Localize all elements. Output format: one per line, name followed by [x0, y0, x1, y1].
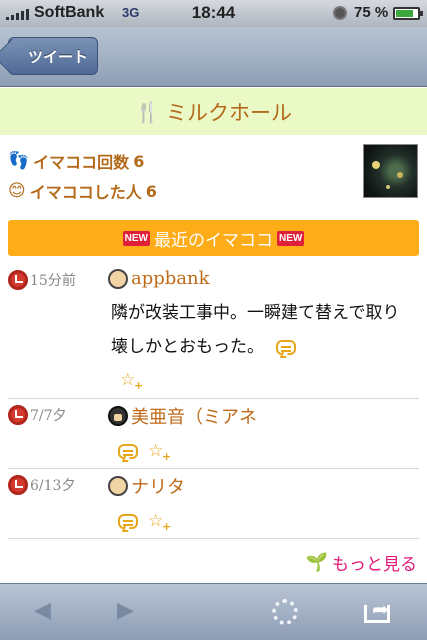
alarm-clock-icon — [333, 6, 347, 20]
star-plus-icon[interactable]: ☆ — [148, 511, 172, 533]
new-badge-right: NEW — [277, 230, 305, 246]
screen: SoftBank 3G 18:44 75 % ツイート 🍴 ミルクホール 👣 イ… — [0, 0, 427, 640]
list-item[interactable]: 15分前 appbank 隣が改装工事中。一瞬建て替えで取り壊しかとおもった。 … — [8, 264, 419, 399]
list-item[interactable]: 7/7夕 美亜音（ミアネ ☆ — [8, 399, 419, 469]
favorite-action[interactable]: ☆ — [120, 370, 144, 392]
star-plus-icon[interactable]: ☆ — [120, 370, 144, 392]
battery-fill — [396, 10, 414, 17]
alarm-clock-icon — [8, 475, 28, 495]
reply-bubble-icon[interactable] — [118, 513, 138, 529]
alarm-clock-icon — [8, 270, 28, 290]
user-avatar-icon — [108, 268, 128, 289]
reply-action[interactable] — [276, 340, 296, 355]
navigation-bar: ツイート — [0, 27, 427, 87]
checkin-count-value: 6 — [133, 151, 145, 171]
status-bar: SoftBank 3G 18:44 75 % — [0, 0, 427, 27]
reply-bubble-icon[interactable] — [276, 340, 296, 355]
item-user[interactable]: 美亜音（ミアネ — [108, 403, 257, 429]
people-count-value: 6 — [145, 181, 157, 201]
user-avatar-icon — [108, 406, 128, 426]
checkin-count-row: 👣 イマココ回数 6 — [8, 146, 157, 176]
battery-icon — [393, 7, 423, 20]
recent-checkins-header: NEW 最近のイマココ NEW — [8, 220, 419, 256]
item-actions: ☆ — [118, 441, 172, 463]
forward-arrow-icon[interactable]: ▶ — [117, 598, 134, 623]
star-plus-icon[interactable]: ☆ — [148, 441, 172, 463]
back-button[interactable]: ツイート — [8, 37, 98, 75]
item-user[interactable]: appbank — [108, 268, 210, 289]
username: appbank — [131, 268, 210, 289]
item-actions: ☆ — [118, 511, 172, 533]
recent-checkins-label: 最近のイマココ — [154, 230, 273, 251]
item-timestamp: 15分前 — [8, 270, 76, 290]
list-item[interactable]: 6/13夕 ナリタ ☆ — [8, 469, 419, 539]
venue-stats: 👣 イマココ回数 6 😊 イマココした人 6 — [8, 146, 157, 206]
item-user[interactable]: ナリタ — [108, 473, 185, 499]
share-icon[interactable]: ➦ — [364, 597, 396, 623]
people-count-row: 😊 イマココした人 6 — [8, 176, 157, 206]
username: 美亜音（ミアネ — [131, 407, 257, 428]
fork-knife-icon: 🍴 — [135, 99, 160, 124]
sprout-icon: 🌱 — [305, 552, 328, 573]
timestamp-text: 6/13夕 — [30, 478, 76, 494]
item-timestamp: 6/13夕 — [8, 475, 75, 495]
venue-title: ミルクホール — [165, 100, 292, 125]
smile-face-icon: 😊 — [8, 181, 26, 201]
new-badge-left: NEW — [122, 230, 150, 246]
item-body: 隣が改装工事中。一瞬建て替えで取り壊しかとおもった。 — [111, 303, 400, 357]
more-link-label: もっと見る — [332, 555, 417, 575]
more-link[interactable]: 🌱 もっと見る — [306, 550, 417, 575]
username: ナリタ — [131, 477, 185, 498]
loading-spinner-icon — [272, 599, 298, 625]
venue-header: 🍴 ミルクホール — [0, 88, 427, 135]
user-avatar-icon — [108, 476, 128, 496]
timestamp-text: 15分前 — [30, 273, 76, 289]
checkin-feed: 15分前 appbank 隣が改装工事中。一瞬建て替えで取り壊しかとおもった。 … — [0, 264, 427, 539]
back-arrow-icon[interactable]: ◀ — [34, 598, 51, 623]
alarm-clock-icon — [8, 405, 28, 425]
people-count-label: イマココした人 — [29, 183, 142, 202]
checkin-count-label: イマココ回数 — [33, 153, 130, 172]
timestamp-text: 7/7夕 — [30, 408, 67, 424]
back-button-label: ツイート — [27, 47, 88, 66]
reply-bubble-icon[interactable] — [118, 443, 138, 459]
item-timestamp: 7/7夕 — [8, 405, 67, 425]
footprint-icon: 👣 — [8, 151, 30, 171]
venue-photo-thumbnail[interactable] — [363, 144, 418, 198]
bottom-toolbar: ◀ ▶ ➦ — [0, 583, 427, 640]
battery-percentage: 75 % — [354, 4, 389, 21]
